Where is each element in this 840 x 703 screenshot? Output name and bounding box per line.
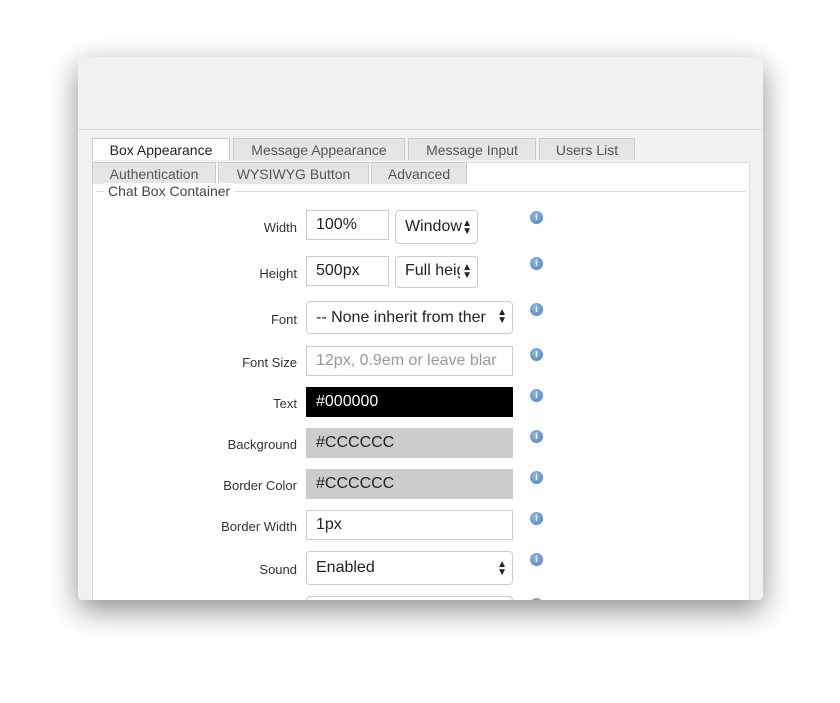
width-unit-select[interactable]: Window ▲ ▼: [395, 210, 478, 244]
info-icon[interactable]: i: [530, 389, 543, 402]
select-arrows-icon: ▲ ▼: [460, 257, 472, 281]
border-color-label: Border Color: [223, 478, 297, 493]
background-label: Background: [227, 437, 297, 452]
tab-users-list[interactable]: Users List: [539, 138, 635, 160]
select-arrows-icon: ▲ ▼: [497, 559, 507, 578]
height-unit-select[interactable]: Full heig ▲ ▼: [395, 256, 478, 288]
info-icon[interactable]: i: [530, 553, 543, 566]
info-icon[interactable]: i: [530, 303, 543, 316]
height-unit-value: Full heig: [405, 262, 466, 279]
height-label: Height: [259, 266, 297, 281]
window-header: [78, 57, 763, 130]
section-title: Chat Box Container: [104, 183, 235, 199]
tab-authentication[interactable]: Authentication: [92, 162, 216, 184]
width-label: Width: [263, 220, 297, 235]
select-arrows-icon: ▲ ▼: [462, 218, 472, 237]
tab-message-input[interactable]: Message Input: [408, 138, 536, 160]
width-input[interactable]: 100%: [306, 210, 389, 240]
tab-message-appearance[interactable]: Message Appearance: [233, 138, 405, 160]
sound-label: Sound: [259, 562, 297, 577]
font-value: -- None inherit from ther: [316, 309, 486, 326]
info-icon[interactable]: i: [530, 471, 543, 484]
info-icon[interactable]: i: [530, 211, 543, 224]
text-color-input[interactable]: #000000: [306, 387, 513, 417]
border-width-input[interactable]: 1px: [306, 510, 513, 540]
next-select-partial[interactable]: [306, 596, 513, 600]
font-size-label: Font Size: [242, 355, 297, 370]
height-input[interactable]: 500px: [306, 256, 389, 286]
font-size-input[interactable]: 12px, 0.9em or leave blar: [306, 346, 513, 376]
font-select[interactable]: -- None inherit from ther ▲ ▼: [306, 301, 513, 334]
text-color-label: Text: [273, 396, 297, 411]
sound-value: Enabled: [316, 559, 375, 576]
info-icon[interactable]: i: [530, 257, 543, 270]
info-icon[interactable]: i: [530, 348, 543, 361]
tab-wysiwyg-button[interactable]: WYSIWYG Button: [218, 162, 369, 184]
tab-box-appearance[interactable]: Box Appearance: [92, 138, 230, 160]
tab-advanced[interactable]: Advanced: [371, 162, 467, 184]
select-arrows-icon: ▲ ▼: [495, 302, 507, 326]
border-width-label: Border Width: [221, 519, 297, 534]
info-icon[interactable]: i: [530, 430, 543, 443]
border-color-input[interactable]: #CCCCCC: [306, 469, 513, 499]
background-color-input[interactable]: #CCCCCC: [306, 428, 513, 458]
settings-window: Box Appearance Message Appearance Messag…: [78, 57, 763, 600]
font-label: Font: [270, 312, 297, 327]
sound-select[interactable]: Enabled ▲ ▼: [306, 551, 513, 585]
info-icon[interactable]: i: [530, 512, 543, 525]
width-unit-value: Window: [405, 218, 462, 235]
